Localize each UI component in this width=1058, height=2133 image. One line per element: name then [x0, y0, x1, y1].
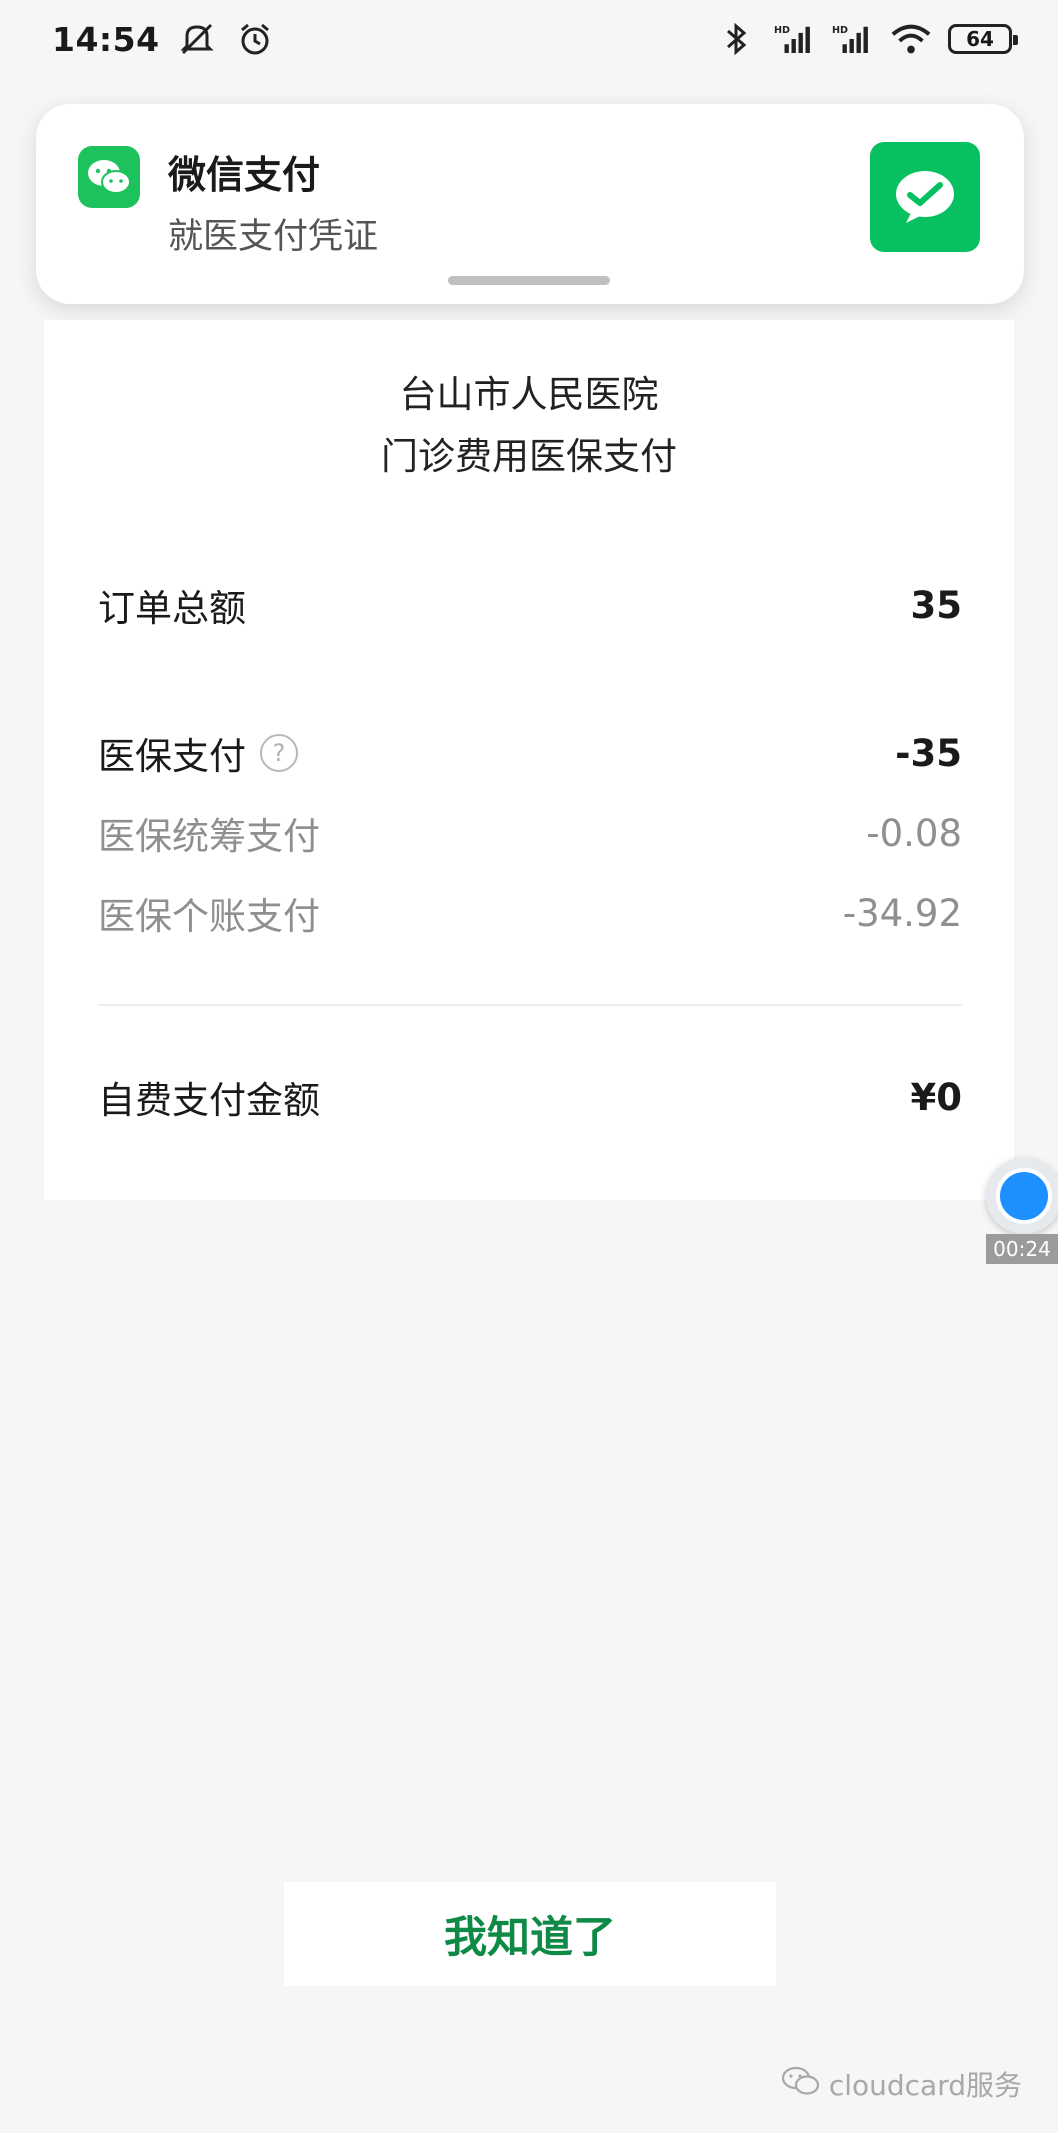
screen: 14:54 HD HD 64 微信支付 就医支付凭证 台山市人民医院 门诊费用医…	[0, 0, 1058, 2133]
signal-hd-icon: HD	[832, 21, 874, 57]
payment-type: 门诊费用医保支付	[381, 435, 677, 478]
insurance-payment-label-wrap: 医保支付 ?	[98, 726, 298, 780]
hospital-name: 台山市人民医院	[399, 373, 659, 416]
receipt-card: 台山市人民医院 门诊费用医保支付 订单总额 35 医保支付 ? -35 医保统筹…	[44, 320, 1014, 1200]
record-dot-icon	[996, 1168, 1052, 1224]
wechat-pay-notification[interactable]: 微信支付 就医支付凭证	[36, 104, 1024, 304]
row-insurance-payment: 医保支付 ? -35	[98, 726, 962, 780]
notification-subtitle: 就医支付凭证	[168, 217, 379, 257]
row-pooled-fund: 医保统筹支付 -0.08	[98, 806, 962, 860]
svg-text:HD: HD	[832, 25, 848, 36]
mute-alarm-icon	[176, 21, 218, 57]
pooled-fund-label: 医保统筹支付	[98, 815, 320, 858]
personal-account-value: -34.92	[842, 891, 962, 935]
order-total-label: 订单总额	[98, 587, 246, 630]
wechat-pay-icon	[870, 142, 980, 252]
notification-drag-handle[interactable]	[448, 276, 610, 285]
recorder-time: 00:24	[986, 1234, 1058, 1264]
status-left: 14:54	[52, 20, 276, 59]
pooled-fund-value: -0.08	[866, 811, 962, 855]
row-personal-account: 医保个账支付 -34.92	[98, 886, 962, 940]
battery-level: 64	[966, 27, 994, 51]
watermark-text: cloudcard服务	[828, 2069, 1022, 2102]
self-pay-value: ¥0	[910, 1075, 963, 1119]
got-it-button[interactable]: 我知道了	[284, 1882, 776, 1986]
self-pay-label: 自费支付金额	[98, 1079, 320, 1122]
insurance-payment-label: 医保支付	[98, 735, 246, 778]
bluetooth-icon	[716, 21, 758, 57]
wechat-outline-icon	[781, 2065, 821, 2104]
battery-icon: 64	[948, 24, 1018, 54]
signal-hd-icon: HD	[774, 21, 816, 57]
wifi-icon	[890, 21, 932, 57]
alarm-icon	[234, 21, 276, 57]
personal-account-label: 医保个账支付	[98, 895, 320, 938]
screen-recorder-bubble[interactable]	[986, 1158, 1058, 1234]
row-self-pay: 自费支付金额 ¥0	[98, 1070, 962, 1124]
row-order-total: 订单总额 35	[98, 578, 962, 632]
divider	[98, 1004, 962, 1006]
status-time: 14:54	[52, 19, 160, 59]
help-icon[interactable]: ?	[260, 734, 298, 772]
order-total-value: 35	[910, 583, 963, 627]
wechat-icon	[78, 146, 140, 208]
watermark: cloudcard服务	[781, 2064, 1022, 2104]
status-bar: 14:54 HD HD 64	[0, 0, 1058, 78]
status-right: HD HD 64	[716, 21, 1018, 57]
svg-text:HD: HD	[774, 25, 790, 36]
insurance-payment-value: -35	[895, 731, 962, 775]
notification-title: 微信支付	[168, 153, 321, 197]
